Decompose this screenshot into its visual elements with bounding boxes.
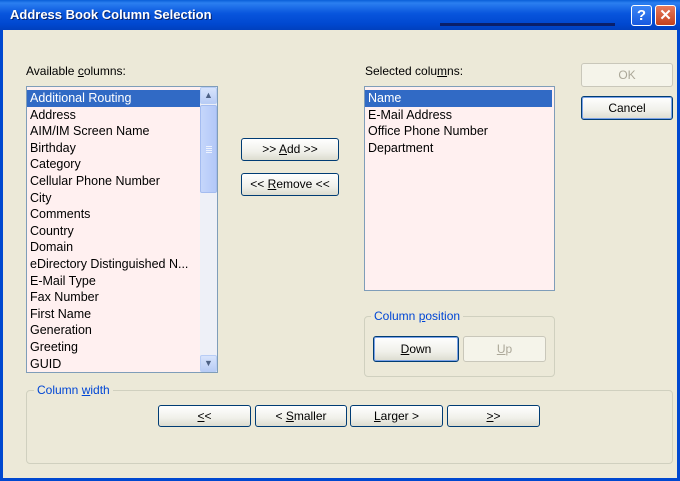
list-item[interactable]: Fax Number: [27, 289, 200, 306]
list-item[interactable]: City: [27, 190, 200, 207]
list-item[interactable]: Address: [27, 107, 200, 124]
list-item[interactable]: First Name: [27, 306, 200, 323]
available-list-scrollbar[interactable]: ▲ ▼: [200, 87, 217, 372]
list-item[interactable]: Additional Routing: [27, 90, 200, 107]
list-item[interactable]: Department: [365, 140, 552, 157]
remove-button[interactable]: << Remove <<: [241, 173, 339, 196]
title-bar-strip: [440, 23, 615, 26]
list-item[interactable]: Cellular Phone Number: [27, 173, 200, 190]
list-item[interactable]: Office Phone Number: [365, 123, 552, 140]
up-button[interactable]: Up: [463, 336, 546, 362]
column-width-group: [26, 390, 673, 464]
close-button[interactable]: ✕: [655, 5, 676, 26]
scroll-up-icon[interactable]: ▲: [200, 87, 217, 104]
cancel-button[interactable]: Cancel: [581, 96, 673, 120]
scroll-down-icon[interactable]: ▼: [200, 355, 217, 372]
list-item[interactable]: E-Mail Address: [365, 107, 552, 124]
available-columns-label: Available columns:: [26, 64, 126, 78]
column-position-label: Column position: [371, 309, 464, 323]
list-item[interactable]: Country: [27, 223, 200, 240]
list-item[interactable]: Greeting: [27, 339, 200, 356]
add-button[interactable]: >> Add >>: [241, 138, 339, 161]
selected-columns-label: Selected columns:: [365, 64, 464, 78]
list-item[interactable]: AIM/IM Screen Name: [27, 123, 200, 140]
list-item[interactable]: E-Mail Type: [27, 273, 200, 290]
scroll-thumb[interactable]: [200, 105, 217, 193]
widest-button[interactable]: >>: [447, 405, 540, 427]
down-button[interactable]: Down: [373, 336, 459, 362]
title-bar[interactable]: Address Book Column Selection ? ✕: [0, 0, 680, 30]
list-item[interactable]: Category: [27, 156, 200, 173]
list-item[interactable]: Name: [365, 90, 552, 107]
column-width-label: Column width: [34, 383, 113, 397]
grip-icon: [206, 146, 212, 153]
list-item[interactable]: Domain: [27, 239, 200, 256]
available-columns-list[interactable]: Additional Routing Address AIM/IM Screen N…: [26, 86, 218, 373]
list-item[interactable]: Generation: [27, 322, 200, 339]
narrowest-button[interactable]: <<: [158, 405, 251, 427]
help-button[interactable]: ?: [631, 5, 652, 26]
list-item[interactable]: GUID: [27, 356, 200, 373]
list-item[interactable]: Birthday: [27, 140, 200, 157]
selected-columns-list[interactable]: Name E-Mail Address Office Phone Number Dep…: [364, 86, 555, 291]
list-item[interactable]: Comments: [27, 206, 200, 223]
smaller-button[interactable]: < Smaller: [255, 405, 347, 427]
ok-button[interactable]: OK: [581, 63, 673, 87]
list-item[interactable]: eDirectory Distinguished N...: [27, 256, 200, 273]
window-title: Address Book Column Selection: [10, 7, 212, 22]
larger-button[interactable]: Larger >: [350, 405, 443, 427]
